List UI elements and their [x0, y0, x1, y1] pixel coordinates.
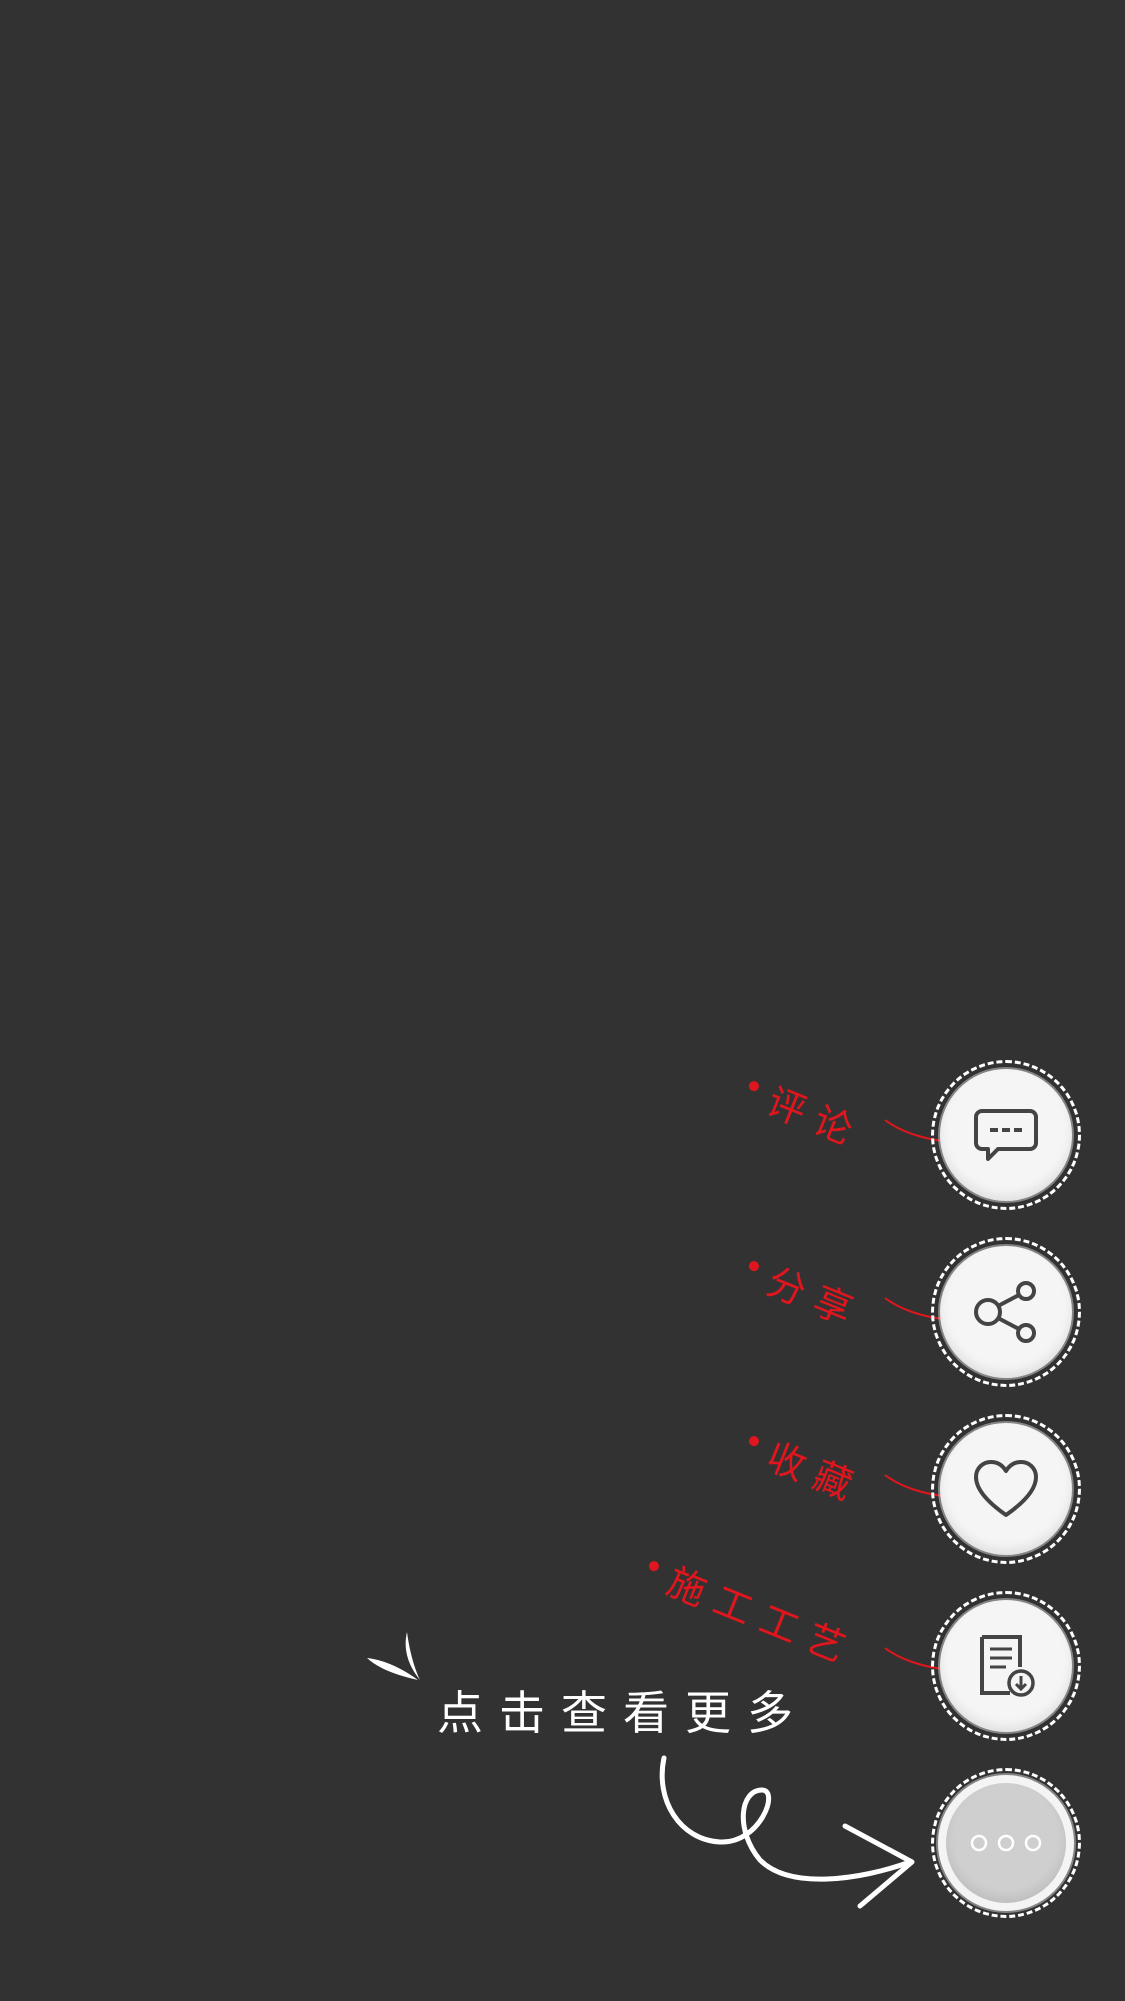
- process-label-text: 施工工艺: [660, 1559, 863, 1676]
- process-button-face: [940, 1600, 1072, 1732]
- more-button[interactable]: [931, 1768, 1081, 1918]
- more-dots-icon: [969, 1833, 1043, 1853]
- favorite-label-text: 收藏: [760, 1434, 870, 1513]
- favorite-label: 收藏: [738, 1417, 874, 1514]
- process-button[interactable]: [931, 1591, 1081, 1741]
- sparkle-icon: [367, 1632, 420, 1680]
- bullet-dot: [747, 1259, 761, 1273]
- share-label-text: 分享: [760, 1259, 870, 1338]
- comment-label: 评论: [738, 1062, 874, 1159]
- favorite-button-face: [940, 1423, 1072, 1555]
- document-download-icon: [976, 1633, 1036, 1699]
- comment-button[interactable]: [931, 1060, 1081, 1210]
- process-label: 施工工艺: [638, 1542, 866, 1677]
- share-button-face: [940, 1246, 1072, 1378]
- share-icon: [972, 1279, 1040, 1345]
- share-label: 分享: [738, 1242, 874, 1339]
- bullet-dot: [747, 1079, 761, 1093]
- comment-button-face: [940, 1069, 1072, 1201]
- bullet-dot: [747, 1434, 761, 1448]
- more-button-face: [938, 1775, 1074, 1911]
- favorite-button[interactable]: [931, 1414, 1081, 1564]
- comment-icon: [974, 1107, 1038, 1163]
- hint-text: 点击查看更多: [437, 1686, 809, 1740]
- comment-label-text: 评论: [760, 1079, 870, 1158]
- heart-icon: [973, 1459, 1039, 1519]
- share-button[interactable]: [931, 1237, 1081, 1387]
- bullet-dot: [647, 1559, 661, 1573]
- hint-curved-arrow: [659, 1755, 915, 1909]
